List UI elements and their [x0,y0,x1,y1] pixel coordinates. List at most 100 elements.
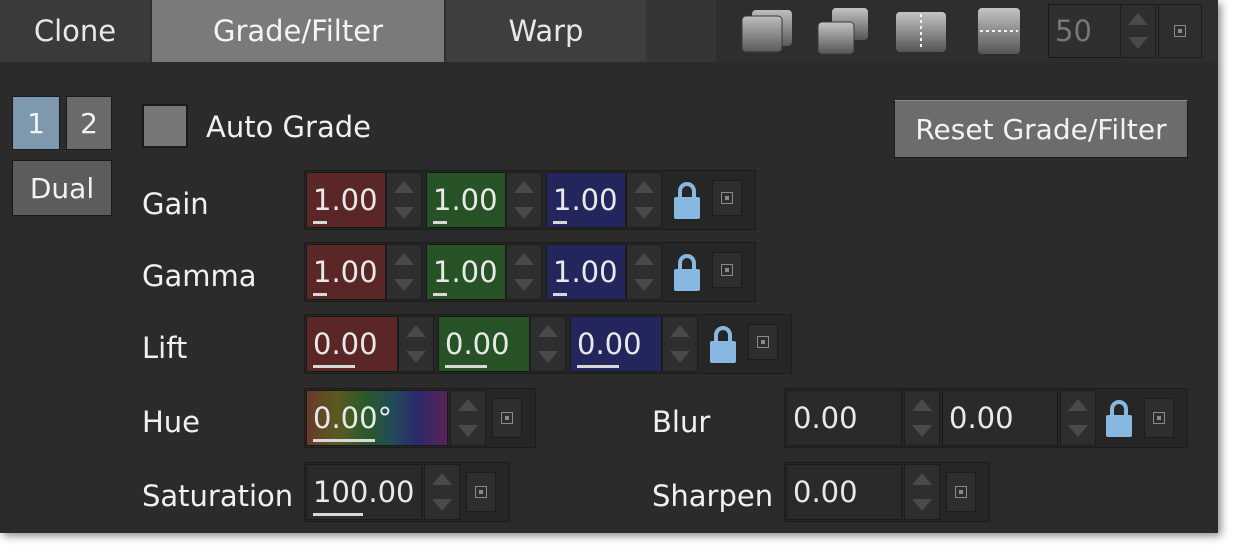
lift-red-spinner[interactable] [398,316,434,372]
gain-blue-value: 1.00 [553,182,618,217]
split-horizontal-icon[interactable] [970,6,1028,56]
lock-part [674,197,700,219]
lift-blue-field[interactable]: 0.00 [570,316,662,372]
gamma-blue-spinner[interactable] [626,244,662,300]
gamma-lock-icon[interactable] [672,252,702,292]
spin-down-icon[interactable] [670,351,690,363]
spin-up-icon[interactable] [514,253,534,265]
blur-x-field[interactable]: 0.00 [786,390,902,446]
spin-up-icon[interactable] [634,181,654,193]
spin-up-icon[interactable] [912,399,932,411]
gain-blue-spinner[interactable] [626,172,662,228]
overlap-stack-icon[interactable] [738,6,796,56]
gamma-red-spinner[interactable] [386,244,422,300]
auto-grade-label: Auto Grade [206,110,371,144]
spin-down-icon[interactable] [394,279,414,291]
spin-down-icon[interactable] [634,207,654,219]
spin-down-icon[interactable] [912,499,932,511]
spin-up-icon[interactable] [634,253,654,265]
spin-up-icon[interactable] [458,399,478,411]
saturation-spinner[interactable] [424,464,460,520]
gain-blue-field[interactable]: 1.00 [546,172,626,228]
view-1-button[interactable]: 1 [12,96,60,150]
gamma-red-field[interactable]: 1.00 [306,244,386,300]
gain-red-field[interactable]: 1.00 [306,172,386,228]
hue-spinner[interactable] [450,390,486,446]
dual-view-button[interactable]: Dual [12,160,112,216]
blur-label: Blur [652,405,711,439]
spin-down-icon[interactable] [1128,37,1148,49]
spin-down-icon[interactable] [1068,425,1088,437]
spin-up-icon[interactable] [1068,399,1088,411]
lock-part [674,269,700,291]
view-2-button[interactable]: 2 [66,96,112,150]
spin-down-icon[interactable] [514,207,534,219]
tab-grade-filter[interactable]: Grade/Filter [152,0,444,62]
blur-lock-icon[interactable] [1104,398,1134,438]
spin-down-icon[interactable] [406,351,426,363]
gain-green-spinner[interactable] [506,172,542,228]
spin-down-icon[interactable] [432,499,452,511]
saturation-field[interactable]: 100.00 [306,464,422,520]
spin-up-icon[interactable] [514,181,534,193]
spin-down-icon[interactable] [514,279,534,291]
split-vertical-icon[interactable] [892,6,950,56]
spin-up-icon[interactable] [394,253,414,265]
reset-grade-filter-button[interactable]: Reset Grade/Filter [894,100,1188,158]
hue-value: 0.00° [313,400,393,435]
gamma-green-field[interactable]: 1.00 [426,244,506,300]
spin-up-icon[interactable] [394,181,414,193]
toolbar-value-spinner[interactable] [1120,4,1156,58]
toolbar-value-field[interactable]: 50 [1048,4,1122,58]
spin-down-icon[interactable] [912,425,932,437]
keyframe-icon [475,486,487,498]
hue-keyframe-button[interactable] [492,398,522,438]
sharpen-field[interactable]: 0.00 [786,464,902,520]
lift-red-field[interactable]: 0.00 [306,316,398,372]
tab-clone[interactable]: Clone [0,0,150,62]
keyframe-icon [721,264,733,276]
tab-warp[interactable]: Warp [446,0,646,62]
gain-keyframe-button[interactable] [712,180,742,216]
spin-up-icon[interactable] [406,325,426,337]
spin-down-icon[interactable] [634,279,654,291]
sharpen-spinner[interactable] [904,464,940,520]
spin-down-icon[interactable] [538,351,558,363]
grade-filter-panel: Clone Grade/Filter Warp 50 1 2 Dual Auto… [0,0,1218,533]
spin-up-icon[interactable] [912,473,932,485]
saturation-keyframe-button[interactable] [466,472,496,512]
gain-green-field[interactable]: 1.00 [426,172,506,228]
value-slider-underline [433,221,447,224]
lift-keyframe-button[interactable] [748,324,778,360]
sharpen-keyframe-button[interactable] [946,472,976,512]
value-slider-underline [433,293,447,296]
gain-red-spinner[interactable] [386,172,422,228]
toolbar-keyframe-button[interactable] [1158,4,1202,58]
spin-down-icon[interactable] [394,207,414,219]
lift-blue-spinner[interactable] [662,316,698,372]
gamma-green-spinner[interactable] [506,244,542,300]
gamma-blue-field[interactable]: 1.00 [546,244,626,300]
lift-green-spinner[interactable] [530,316,566,372]
toolbar-value: 50 [1055,13,1092,48]
spin-up-icon[interactable] [670,325,690,337]
gain-lock-icon[interactable] [672,180,702,220]
spin-up-icon[interactable] [432,473,452,485]
gain-red-value: 1.00 [313,182,378,217]
gamma-keyframe-button[interactable] [712,252,742,288]
blur-x-spinner[interactable] [904,390,940,446]
lift-green-field[interactable]: 0.00 [438,316,530,372]
blur-y-field[interactable]: 0.00 [942,390,1058,446]
offset-stack-icon[interactable] [814,6,872,56]
blur-keyframe-button[interactable] [1144,398,1174,438]
auto-grade-checkbox[interactable] [142,104,188,148]
spin-down-icon[interactable] [458,425,478,437]
lift-green-value: 0.00 [445,326,510,361]
blur-y-spinner[interactable] [1060,390,1096,446]
lift-lock-icon[interactable] [708,324,738,364]
hue-field[interactable]: 0.00° [306,390,448,446]
spin-up-icon[interactable] [538,325,558,337]
spin-up-icon[interactable] [1128,13,1148,25]
value-slider-underline [445,365,487,368]
value-slider-underline [313,439,375,442]
